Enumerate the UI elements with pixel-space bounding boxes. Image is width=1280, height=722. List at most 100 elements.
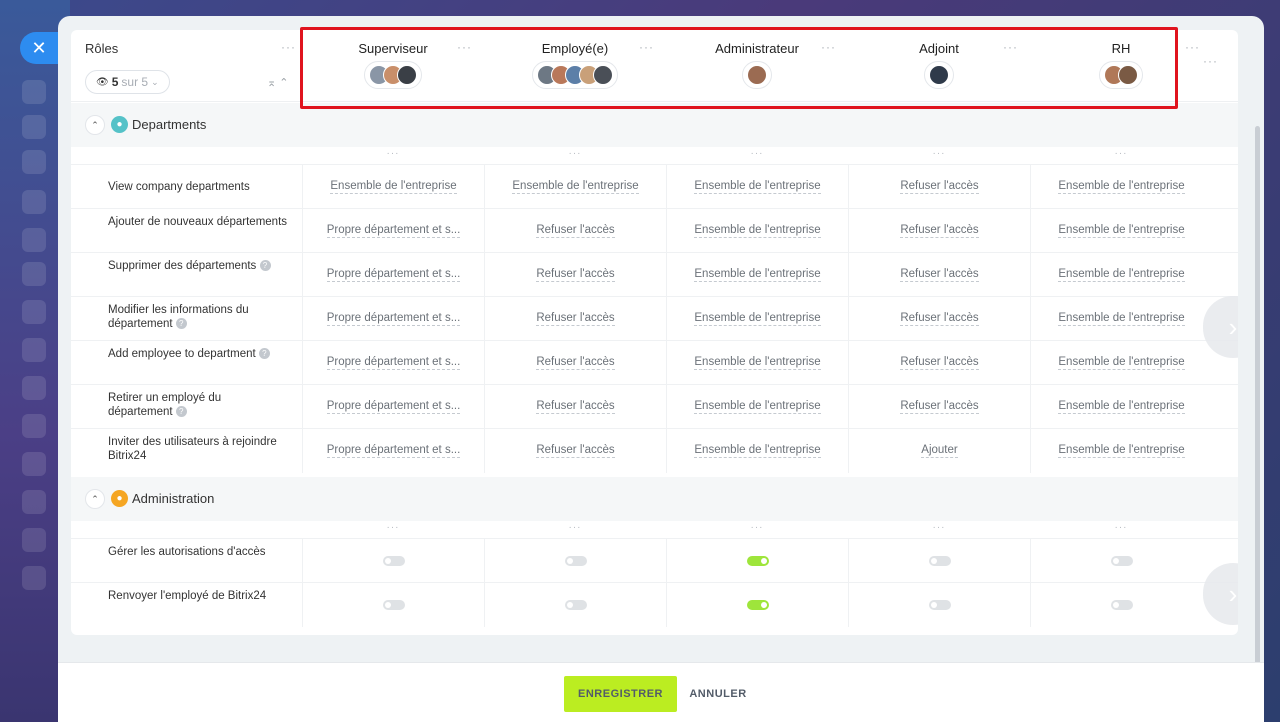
permission-toggle[interactable] (746, 556, 769, 566)
permission-value-selector[interactable]: Refuser l'accès (536, 400, 615, 414)
permission-toggle[interactable] (564, 600, 587, 610)
permission-value-selector[interactable]: Ensemble de l'entreprise (1058, 312, 1185, 326)
permission-value-selector[interactable]: Ensemble de l'entreprise (694, 444, 821, 458)
role-menu-icon[interactable]: ··· (639, 40, 654, 54)
help-icon[interactable]: ? (175, 406, 187, 418)
nav-icon[interactable] (22, 338, 46, 362)
permission-toggle[interactable] (1110, 600, 1133, 610)
permission-value-selector[interactable]: Propre département et s... (326, 356, 461, 370)
role-column-header[interactable]: Administrateur ··· (666, 30, 848, 102)
permission-value-selector[interactable]: Propre département et s... (326, 224, 461, 238)
permission-value-selector[interactable]: Refuser l'accès (536, 444, 615, 458)
more-roles-icon[interactable]: ··· (1203, 54, 1218, 68)
column-menu-icon[interactable]: ··· (848, 148, 1030, 159)
permission-value-selector[interactable]: Refuser l'accès (900, 356, 979, 370)
column-menu-icon[interactable]: ··· (666, 522, 848, 533)
nav-icon[interactable] (22, 190, 46, 214)
nav-icon[interactable] (22, 228, 46, 252)
nav-icon[interactable] (22, 262, 46, 286)
permission-value-selector[interactable]: Ajouter (921, 444, 958, 458)
role-members-avatars[interactable] (742, 61, 772, 89)
help-icon[interactable]: ? (259, 260, 271, 272)
permission-value-selector[interactable]: Propre département et s... (326, 312, 461, 326)
cancel-button[interactable]: ANNULER (688, 676, 748, 712)
nav-icon[interactable] (22, 300, 46, 324)
nav-icon[interactable] (22, 490, 46, 514)
nav-icon[interactable] (22, 150, 46, 174)
permission-value-selector[interactable]: Refuser l'accès (900, 224, 979, 238)
permission-value-selector[interactable]: Ensemble de l'entreprise (1058, 268, 1185, 282)
nav-icon[interactable] (22, 414, 46, 438)
column-menu-icon[interactable]: ··· (666, 148, 848, 159)
role-menu-icon[interactable]: ··· (1003, 40, 1018, 54)
permission-toggle[interactable] (564, 556, 587, 566)
permission-value-selector[interactable]: Refuser l'accès (536, 356, 615, 370)
permission-value-selector[interactable]: Ensemble de l'entreprise (1058, 444, 1185, 458)
role-column-header[interactable]: Employé(e) ··· (484, 30, 666, 102)
chevron-up-icon[interactable]: ⌃ (85, 115, 105, 135)
permission-toggle[interactable] (928, 556, 951, 566)
role-column-header[interactable]: Superviseur ··· (302, 30, 484, 102)
help-icon[interactable]: ? (258, 348, 270, 360)
permission-value-selector[interactable]: Ensemble de l'entreprise (694, 312, 821, 326)
role-members-avatars[interactable] (364, 61, 422, 89)
permission-value-selector[interactable]: Refuser l'accès (900, 400, 979, 414)
permission-value-selector[interactable]: Refuser l'accès (900, 268, 979, 282)
role-menu-icon[interactable]: ··· (457, 40, 472, 54)
role-column-header[interactable]: Adjoint ··· (848, 30, 1030, 102)
permission-value-selector[interactable]: Ensemble de l'entreprise (694, 268, 821, 282)
role-column-header[interactable]: RH ··· (1030, 30, 1212, 102)
vertical-scrollbar[interactable] (1255, 126, 1260, 686)
permission-toggle[interactable] (928, 600, 951, 610)
collapse-expand-icon[interactable]: ⌅ ⌃ (267, 76, 289, 89)
permission-value-selector[interactable]: Ensemble de l'entreprise (1058, 224, 1185, 238)
permission-value-selector[interactable]: Refuser l'accès (536, 224, 615, 238)
permission-toggle[interactable] (746, 600, 769, 610)
close-slider-button[interactable]: ✕ (20, 32, 58, 64)
permission-toggle[interactable] (382, 600, 405, 610)
permission-value-selector[interactable]: Refuser l'accès (900, 312, 979, 326)
permission-value-selector[interactable]: Ensemble de l'entreprise (512, 180, 639, 194)
permission-value-selector[interactable]: Ensemble de l'entreprise (694, 180, 821, 194)
section-header[interactable]: ⌃ ● Departments (71, 103, 1238, 147)
help-icon[interactable]: ? (175, 318, 187, 330)
save-button[interactable]: ENREGISTRER (564, 676, 677, 712)
role-menu-icon[interactable]: ··· (1185, 40, 1200, 54)
section-header[interactable]: ⌃ ● Administration (71, 477, 1238, 521)
permission-value-selector[interactable]: Refuser l'accès (536, 312, 615, 326)
column-menu-icon[interactable]: ··· (848, 522, 1030, 533)
permission-value-selector[interactable]: Ensemble de l'entreprise (330, 180, 457, 194)
permission-value-selector[interactable]: Ensemble de l'entreprise (1058, 400, 1185, 414)
permission-value-selector[interactable]: Refuser l'accès (900, 180, 979, 194)
permission-value-selector[interactable]: Propre département et s... (326, 400, 461, 414)
column-menu-icon[interactable]: ··· (302, 148, 484, 159)
permission-value-selector[interactable]: Ensemble de l'entreprise (694, 224, 821, 238)
permission-value-selector[interactable]: Ensemble de l'entreprise (1058, 180, 1185, 194)
nav-icon[interactable] (22, 528, 46, 552)
nav-icon[interactable] (22, 566, 46, 590)
permission-value-selector[interactable]: Propre département et s... (326, 444, 461, 458)
role-members-avatars[interactable] (924, 61, 954, 89)
permission-toggle[interactable] (1110, 556, 1133, 566)
role-members-avatars[interactable] (532, 61, 618, 89)
permission-value-selector[interactable]: Ensemble de l'entreprise (694, 400, 821, 414)
column-menu-icon[interactable]: ··· (484, 522, 666, 533)
roles-menu-icon[interactable]: ··· (281, 40, 296, 54)
nav-icon[interactable] (22, 452, 46, 476)
column-menu-icon[interactable]: ··· (484, 148, 666, 159)
column-menu-icon[interactable]: ··· (1030, 148, 1212, 159)
role-members-avatars[interactable] (1099, 61, 1143, 89)
permission-toggle[interactable] (382, 556, 405, 566)
permission-value-selector[interactable]: Refuser l'accès (536, 268, 615, 282)
nav-icon[interactable] (22, 115, 46, 139)
roles-count-selector[interactable]: 👁 5 sur 5 ⌄ (85, 70, 170, 94)
column-menu-icon[interactable]: ··· (302, 522, 484, 533)
column-menu-icon[interactable]: ··· (1030, 522, 1212, 533)
role-menu-icon[interactable]: ··· (821, 40, 836, 54)
permission-value-selector[interactable]: Ensemble de l'entreprise (1058, 356, 1185, 370)
permission-value-selector[interactable]: Propre département et s... (326, 268, 461, 282)
chevron-up-icon[interactable]: ⌃ (85, 489, 105, 509)
nav-icon[interactable] (22, 80, 46, 104)
permission-value-selector[interactable]: Ensemble de l'entreprise (694, 356, 821, 370)
nav-icon[interactable] (22, 376, 46, 400)
